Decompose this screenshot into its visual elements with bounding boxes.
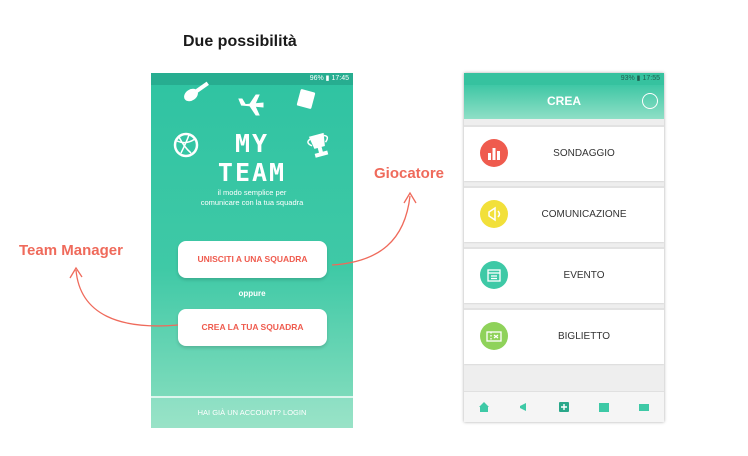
callout-arrows [69, 191, 417, 327]
team-manager-arrow [75, 269, 179, 327]
giocatore-arrow [331, 195, 411, 266]
